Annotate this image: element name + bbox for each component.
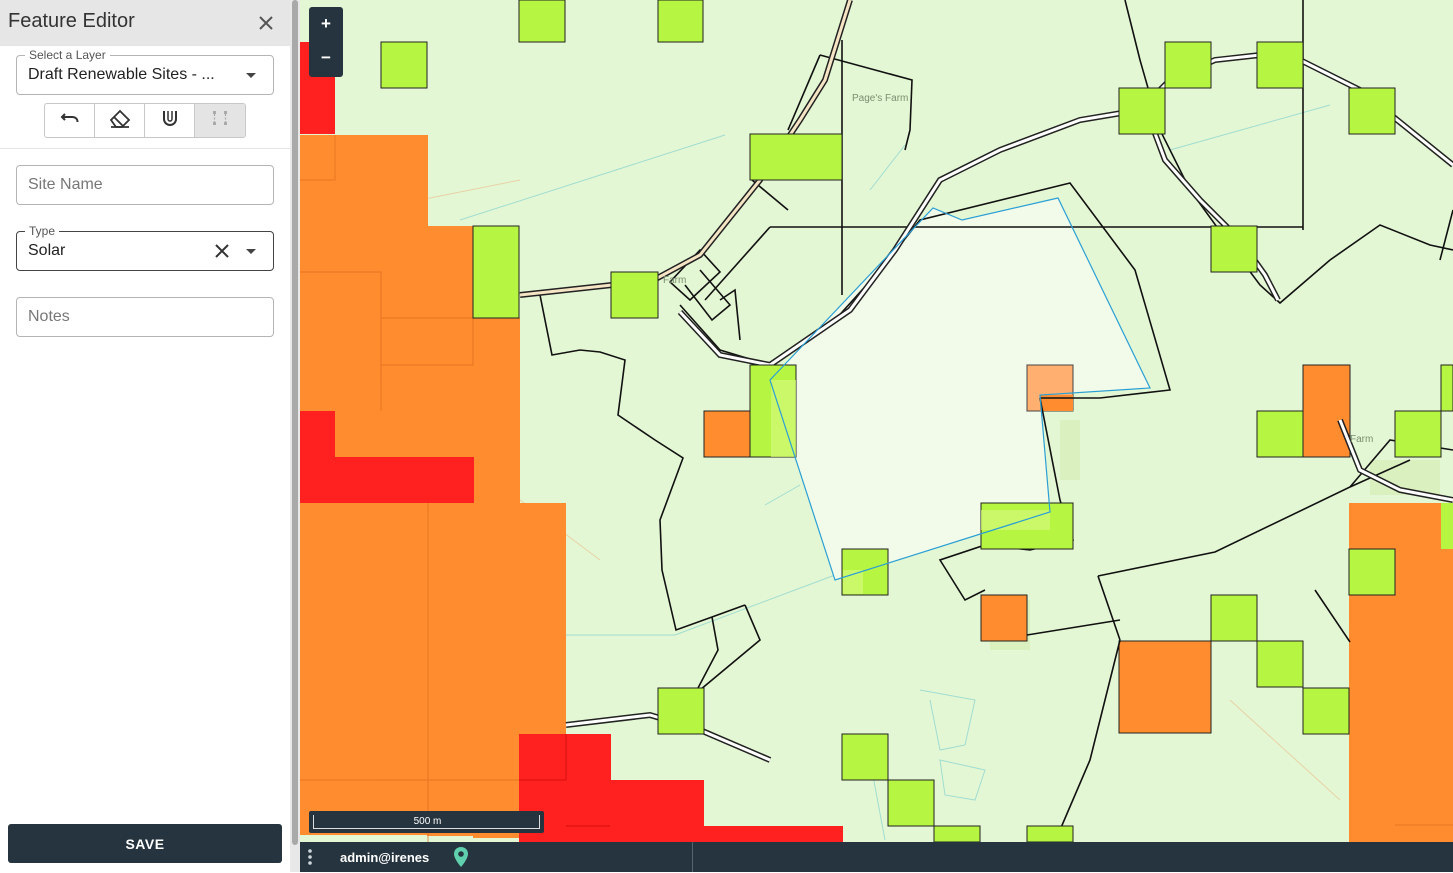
close-icon[interactable]: [254, 11, 278, 35]
panel-resize-handle[interactable]: [292, 0, 298, 845]
eraser-button[interactable]: [95, 104, 145, 137]
type-select-value: Solar: [28, 242, 66, 259]
layer-select[interactable]: Select a Layer Draft Renewable Sites - .…: [16, 48, 274, 95]
save-button[interactable]: SAVE: [8, 824, 282, 863]
place-label-farm-east: Farm: [1350, 434, 1373, 445]
scale-bar-ruler: 500 m: [313, 815, 540, 829]
edit-tool-group: [44, 103, 246, 138]
eraser-icon: [107, 106, 133, 135]
chevron-down-icon[interactable]: [246, 73, 256, 78]
chevron-down-icon[interactable]: [246, 249, 256, 254]
type-select[interactable]: Type Solar: [16, 224, 274, 271]
layer-select-value: Draft Renewable Sites - ...: [28, 66, 215, 83]
panel-title: Feature Editor: [8, 10, 135, 32]
location-pin-icon[interactable]: [452, 846, 470, 868]
scale-bar-label: 500 m: [413, 816, 442, 827]
current-user: admin@irenes: [340, 850, 430, 865]
map-svg: Page's Farm Farm Farm: [300, 0, 1453, 842]
scale-bar: 500 m: [309, 811, 544, 833]
snap-button[interactable]: [145, 104, 195, 137]
undo-button[interactable]: [45, 104, 95, 137]
clear-icon[interactable]: [213, 242, 231, 260]
undo-icon: [58, 106, 82, 135]
vertex-edit-icon: [210, 108, 230, 133]
map-canvas[interactable]: Page's Farm Farm Farm: [300, 0, 1453, 842]
feature-editor-panel: Feature Editor Select a Layer Draft Rene…: [0, 0, 290, 872]
zoom-in-button[interactable]: +: [309, 7, 343, 41]
type-select-label: Type: [25, 224, 60, 238]
status-divider: [692, 842, 693, 872]
panel-resize-bar: [290, 0, 300, 872]
place-label-pages-farm: Page's Farm: [852, 93, 908, 104]
more-vertical-icon[interactable]: [306, 848, 314, 866]
place-label-farm-west: Farm: [663, 275, 686, 286]
panel-header: Feature Editor: [0, 0, 290, 46]
vertex-edit-button[interactable]: [195, 104, 245, 137]
zoom-control: + −: [309, 7, 343, 77]
magnet-icon: [159, 107, 181, 134]
site-name-placeholder: Site Name: [28, 176, 103, 193]
divider: [0, 148, 290, 149]
zoom-out-button[interactable]: −: [309, 41, 343, 75]
notes-input[interactable]: Notes: [16, 297, 274, 337]
notes-placeholder: Notes: [28, 308, 70, 325]
status-bar: admin@irenes: [300, 842, 1453, 872]
site-name-input[interactable]: Site Name: [16, 165, 274, 205]
layer-select-label: Select a Layer: [25, 48, 110, 62]
